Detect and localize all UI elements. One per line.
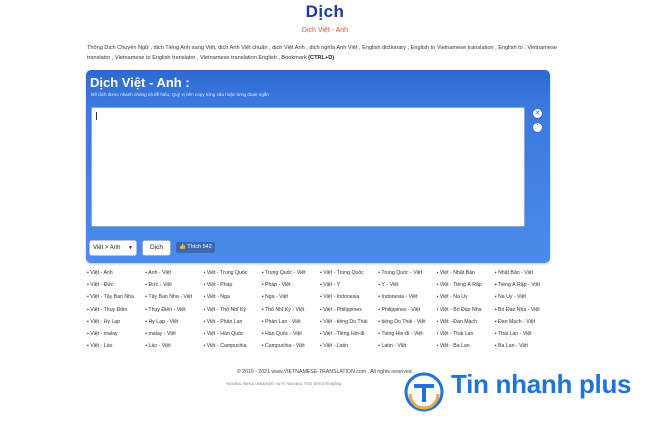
language-link[interactable]: ▪ Việt - Thụy Điển: [87, 307, 145, 319]
language-link[interactable]: ▪ Việt - Đan Mạch: [437, 319, 495, 331]
translator-hint: Để dịch được nhanh chóng và dễ hiểu, Quý…: [91, 92, 269, 97]
language-link[interactable]: ▪ Việt - Na Uy: [437, 294, 495, 306]
keywords-text: Thông Dịch Chuyên Ngữ , dịch Tiếng Anh s…: [87, 44, 557, 63]
language-link[interactable]: ▪ Campuchia - Việt: [262, 343, 320, 355]
language-link[interactable]: ▪ Indonesia - Việt: [378, 294, 436, 306]
text-caret: [96, 112, 97, 120]
language-link[interactable]: ▪ Việt - Phần Lan: [204, 319, 262, 331]
language-link[interactable]: ▪ Lào - Việt: [145, 343, 203, 355]
language-link[interactable]: ▪ Việt - Ba Lan: [437, 343, 495, 355]
language-select-value: Việt > Anh: [93, 245, 121, 251]
language-link[interactable]: ▪ Việt - Đức: [87, 282, 145, 294]
thumbs-up-icon: 👍: [179, 244, 186, 250]
translator-heading: Dịch Việt - Anh :: [90, 75, 190, 90]
language-link[interactable]: ▪ Thái Lan - Việt: [495, 331, 553, 343]
language-link[interactable]: ▪ Pháp - Việt: [262, 282, 320, 294]
language-link[interactable]: ▪ Ý - Việt: [378, 282, 436, 294]
language-link[interactable]: ▪ Hy Lạp - Việt: [145, 319, 203, 331]
language-link[interactable]: ▪ Bồ Đào Nha - Việt: [495, 307, 553, 319]
close-icon[interactable]: ✕: [532, 108, 543, 119]
language-link[interactable]: ▪ Thổ Nhĩ Kỳ - Việt: [262, 307, 320, 319]
brand-logo-icon: [404, 372, 444, 412]
translate-button[interactable]: Dịch: [142, 240, 171, 256]
language-link[interactable]: ▪ Trung Quốc - Việt: [262, 270, 320, 282]
language-link[interactable]: ▪ Việt - Ý: [320, 282, 378, 294]
language-link[interactable]: ▪ Việt - Philippines: [320, 307, 378, 319]
language-link[interactable]: ▪ Việt - Thái Lan: [437, 331, 495, 343]
language-link[interactable]: ▪ Anh - Việt: [145, 270, 203, 282]
language-link[interactable]: ▪ Việt - tiếng Do Thái: [320, 319, 378, 331]
language-link[interactable]: ▪ Việt - Anh: [87, 270, 145, 282]
language-link[interactable]: ▪ Việt - malay: [87, 331, 145, 343]
like-count: 542: [202, 244, 212, 250]
language-link[interactable]: ▪ Thụy Điển - Việt: [145, 307, 203, 319]
language-select[interactable]: Việt > Anh ▼: [89, 240, 137, 256]
language-link[interactable]: ▪ Hàn Quốc - Việt: [262, 331, 320, 343]
language-link[interactable]: ▪ tiếng Do Thái - Việt: [378, 319, 436, 331]
like-label: Thích: [187, 244, 202, 250]
language-link[interactable]: ▪ Việt - Lào: [87, 343, 145, 355]
language-links-grid: ▪ Việt - Anh ▪ Anh - Việt ▪ Việt - Trung Q…: [87, 270, 553, 355]
language-link[interactable]: ▪ Đan Mạch - Việt: [495, 319, 553, 331]
language-link[interactable]: ▪ Việt - Tây Ban Nha: [87, 294, 145, 306]
page-subtitle: Dịch Việt - Anh: [301, 27, 349, 34]
bookmark-shortcut: (CTRL+D): [308, 54, 335, 61]
language-link[interactable]: ▪ Việt - Campuchia: [204, 343, 262, 355]
language-link[interactable]: ▪ Việt - Thổ Nhĩ Kỳ: [204, 307, 262, 319]
brand-name: Tin nhanh plus: [451, 369, 632, 399]
language-link[interactable]: ▪ Việt - Tiếng Hin-đi: [320, 331, 378, 343]
language-link[interactable]: ▪ Phần Lan - Việt: [262, 319, 320, 331]
language-link[interactable]: ▪ Tiếng Hin-đi - Việt: [378, 331, 436, 343]
language-link[interactable]: ▪ Đức - Việt: [145, 282, 203, 294]
language-link[interactable]: ▪ Việt - Hy Lạp: [87, 319, 145, 331]
language-link[interactable]: ▪ Latin - Việt: [378, 343, 436, 355]
language-link[interactable]: ▪ Ba Lan - Việt: [495, 343, 553, 355]
translator-panel: Dịch Việt - Anh : Để dịch được nhanh chó…: [86, 70, 550, 263]
language-link[interactable]: ▪ Việt - Nga: [204, 294, 262, 306]
language-link[interactable]: ▪ Việt - Trung Quốc: [204, 270, 262, 282]
language-link[interactable]: ▪ Việt - Tiếng Ả Rập: [437, 282, 495, 294]
language-link[interactable]: ▪ Trung Quốc - Việt: [378, 270, 436, 282]
language-link[interactable]: ▪ Việt - Hàn Quốc: [204, 331, 262, 343]
language-link[interactable]: ▪ malay - Việt: [145, 331, 203, 343]
language-link[interactable]: ▪ Philippines - Việt: [378, 307, 436, 319]
page-title: Dịch: [305, 2, 345, 21]
language-link[interactable]: ▪ Việt - Indonesia: [320, 294, 378, 306]
footer-credit: ขอบคุณ ชุดขอ เหตุผลอย่างมาก ขอบคุณ Tras …: [226, 381, 342, 386]
brand-watermark: Tin nhanh plus: [404, 366, 644, 412]
dropdown-arrow-icon: ▼: [128, 245, 133, 251]
language-link[interactable]: ▪ Việt - Bồ Đào Nha: [437, 307, 495, 319]
language-link[interactable]: ▪ Tiếng Ả Rập - Việt: [495, 282, 553, 294]
chevron-down-icon[interactable]: ˅: [532, 122, 543, 133]
facebook-like-button[interactable]: 👍 Thích 542: [176, 242, 215, 253]
language-link[interactable]: ▪ Việt - Pháp: [204, 282, 262, 294]
language-link[interactable]: ▪ Nhật Bản - Việt: [495, 270, 553, 282]
language-link[interactable]: ▪ Tây Ban Nha - Việt: [145, 294, 203, 306]
language-link[interactable]: ▪ Na Uy - Việt: [495, 294, 553, 306]
source-text-input[interactable]: [91, 107, 525, 227]
language-link[interactable]: ▪ Việt - Nhật Bản: [437, 270, 495, 282]
language-link[interactable]: ▪ Việt - Latin: [320, 343, 378, 355]
language-link[interactable]: ▪ Việt - Trung Quốc: [320, 270, 378, 282]
language-link[interactable]: ▪ Nga - Việt: [262, 294, 320, 306]
